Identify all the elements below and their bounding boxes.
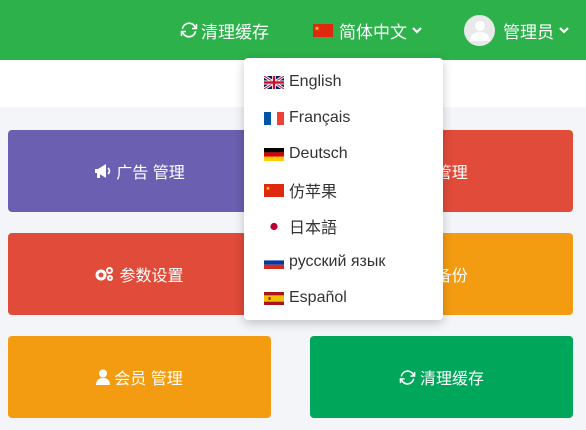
user-menu[interactable]: 管理员	[464, 0, 570, 60]
language-option-label: Español	[289, 289, 347, 306]
language-dropdown-menu: English Français Deutsch 仿苹果 日本語 русский…	[244, 58, 443, 320]
language-option-japanese[interactable]: 日本語	[244, 210, 443, 242]
clear-cache-label: 清理缓存	[419, 371, 484, 388]
language-option-chinese[interactable]: 仿苹果	[244, 174, 443, 206]
param-settings-tile[interactable]: 参数设置	[8, 233, 271, 315]
japan-flag-icon	[264, 219, 284, 233]
avatar	[464, 14, 495, 46]
chevron-down-icon	[558, 24, 570, 36]
bullhorn-icon	[94, 163, 112, 179]
ad-manage-label: 广告 管理	[116, 165, 185, 182]
language-option-russian[interactable]: русский язык	[244, 246, 443, 278]
refresh-icon	[180, 21, 198, 39]
language-option-french[interactable]: Français	[244, 102, 443, 134]
chevron-down-icon	[411, 24, 423, 36]
germany-flag-icon	[264, 147, 284, 161]
language-selector[interactable]: 简体中文	[313, 0, 423, 60]
language-option-label: English	[289, 73, 342, 90]
language-option-english[interactable]: English	[244, 66, 443, 98]
language-option-label: русский язык	[289, 253, 386, 270]
russia-flag-icon	[264, 255, 284, 269]
user-icon	[96, 369, 111, 385]
uk-flag-icon	[264, 75, 284, 89]
member-manage-tile[interactable]: 会员 管理	[8, 336, 271, 418]
language-selector-label: 简体中文	[339, 22, 407, 42]
language-option-label: Français	[289, 109, 351, 126]
china-flag-icon	[264, 183, 284, 197]
top-navbar: 清理缓存 简体中文 管理员	[0, 0, 586, 60]
france-flag-icon	[264, 111, 284, 125]
param-settings-label: 参数设置	[119, 268, 184, 285]
language-option-label: 日本語	[289, 220, 338, 237]
ad-manage-tile[interactable]: 广告 管理	[8, 130, 271, 212]
member-manage-label: 会员 管理	[114, 371, 183, 388]
spain-flag-icon	[264, 291, 284, 305]
clear-cache-nav-link[interactable]: 清理缓存	[180, 0, 269, 60]
china-flag-icon	[313, 23, 333, 37]
gears-icon	[95, 266, 115, 282]
refresh-icon	[399, 369, 416, 386]
language-option-german[interactable]: Deutsch	[244, 138, 443, 170]
language-option-label: Deutsch	[289, 145, 348, 162]
clear-cache-tile[interactable]: 清理缓存	[310, 336, 573, 418]
language-option-spanish[interactable]: Español	[244, 282, 443, 314]
user-menu-label: 管理员	[503, 22, 554, 42]
clear-cache-nav-label: 清理缓存	[201, 22, 269, 42]
language-option-label: 仿苹果	[289, 184, 338, 201]
